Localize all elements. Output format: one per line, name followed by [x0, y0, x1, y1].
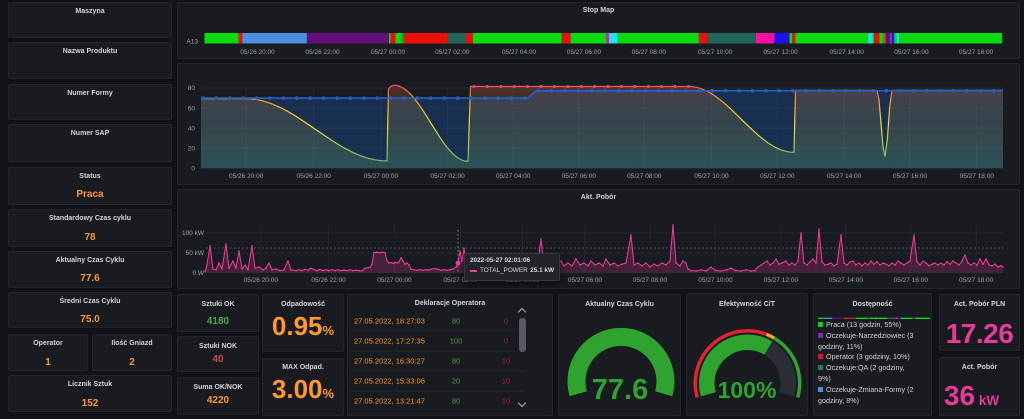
- svg-text:05/27 18:00: 05/27 18:00: [959, 49, 994, 56]
- svg-text:05/27 14:00: 05/27 14:00: [827, 173, 862, 180]
- svg-text:05/27 04:00: 05/27 04:00: [496, 173, 531, 180]
- svg-text:05/27 08:00: 05/27 08:00: [627, 173, 662, 180]
- svg-text:10: 10: [502, 376, 510, 385]
- svg-text:05/27 02:00: 05/27 02:00: [435, 49, 470, 56]
- svg-text:05/27 08:00: 05/27 08:00: [632, 49, 667, 56]
- svg-text:05/27 10:00: 05/27 10:00: [694, 173, 729, 180]
- svg-text:100: 100: [450, 336, 463, 345]
- svg-text:05/27 10:00: 05/27 10:00: [698, 277, 733, 284]
- svg-text:05/26 22:00: 05/26 22:00: [297, 173, 332, 180]
- svg-text:05/27 10:00: 05/27 10:00: [698, 49, 733, 56]
- svg-text:40: 40: [188, 125, 196, 132]
- svg-text:05/27 06:00: 05/27 06:00: [568, 277, 603, 284]
- svg-text:05/27 12:00: 05/27 12:00: [760, 173, 795, 180]
- svg-text:80: 80: [452, 316, 460, 325]
- svg-text:05/27 16:00: 05/27 16:00: [894, 49, 929, 56]
- svg-text:05/26 22:00: 05/26 22:00: [311, 277, 346, 284]
- svg-text:05/27 18:00: 05/27 18:00: [960, 173, 995, 180]
- svg-text:100%: 100%: [718, 377, 777, 403]
- svg-text:05/27 12:00: 05/27 12:00: [763, 49, 798, 56]
- svg-text:05/27 12:00: 05/27 12:00: [764, 277, 799, 284]
- svg-text:05/27 14:00: 05/27 14:00: [829, 277, 864, 284]
- svg-text:10: 10: [502, 396, 510, 405]
- svg-text:20: 20: [452, 376, 460, 385]
- svg-text:20: 20: [188, 146, 196, 153]
- svg-text:27.05.2022, 15:33:06: 27.05.2022, 15:33:06: [354, 376, 425, 385]
- svg-text:05/27 14:00: 05/27 14:00: [830, 49, 865, 56]
- svg-text:0: 0: [504, 336, 508, 345]
- svg-text:05/27 08:00: 05/27 08:00: [633, 277, 668, 284]
- svg-text:77.6: 77.6: [592, 374, 648, 406]
- svg-text:05/26 22:00: 05/26 22:00: [305, 49, 340, 56]
- svg-text:27.05.2022, 17:27:35: 27.05.2022, 17:27:35: [354, 336, 425, 345]
- svg-text:05/27 16:00: 05/27 16:00: [893, 173, 928, 180]
- svg-text:50 kW: 50 kW: [186, 250, 205, 257]
- svg-text:05/27 00:00: 05/27 00:00: [377, 277, 412, 284]
- svg-text:05/27 18:00: 05/27 18:00: [959, 277, 994, 284]
- svg-text:0: 0: [504, 316, 508, 325]
- svg-text:0 W: 0 W: [192, 270, 204, 277]
- svg-text:05/26 20:00: 05/26 20:00: [244, 277, 279, 284]
- svg-text:27.05.2022, 13:21:47: 27.05.2022, 13:21:47: [354, 396, 425, 405]
- svg-text:05/27 16:00: 05/27 16:00: [894, 277, 929, 284]
- svg-text:80: 80: [452, 356, 460, 365]
- svg-text:05/27 00:00: 05/27 00:00: [364, 173, 399, 180]
- svg-text:05/27 00:00: 05/27 00:00: [371, 49, 406, 56]
- svg-text:A13: A13: [186, 39, 198, 46]
- svg-text:05/27 02:00: 05/27 02:00: [430, 173, 465, 180]
- svg-text:05/26 20:00: 05/26 20:00: [240, 49, 275, 56]
- svg-text:100 kW: 100 kW: [182, 230, 205, 237]
- svg-text:05/27 06:00: 05/27 06:00: [562, 173, 597, 180]
- svg-text:0: 0: [191, 166, 195, 173]
- svg-text:80: 80: [188, 85, 196, 92]
- svg-text:80: 80: [452, 396, 460, 405]
- svg-text:60: 60: [188, 105, 196, 112]
- svg-text:05/27 04:00: 05/27 04:00: [502, 49, 537, 56]
- svg-text:27.05.2022, 18:27:03: 27.05.2022, 18:27:03: [354, 316, 425, 325]
- svg-text:05/26 20:00: 05/26 20:00: [229, 173, 264, 180]
- svg-text:10: 10: [502, 356, 510, 365]
- svg-text:05/27 06:00: 05/27 06:00: [567, 49, 602, 56]
- svg-text:27.05.2022, 16:30:27: 27.05.2022, 16:30:27: [354, 356, 425, 365]
